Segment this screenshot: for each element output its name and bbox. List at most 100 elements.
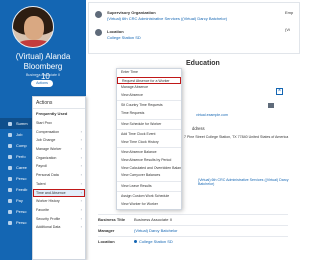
sidebar-item-label: Perso [16,176,27,181]
person-icon [8,220,12,225]
actions-button[interactable]: Actions [31,80,53,87]
profile-job-title: Business Associate II [26,73,60,77]
education-heading: Education [186,60,220,67]
manager-link[interactable]: (Virtual) Darcy Batchelor [134,228,178,233]
chevron-right-icon: › [80,198,82,204]
money-icon [8,143,12,148]
submenu-item-assign-work-schedule[interactable]: Assign Custom Work Schedule [117,193,181,201]
map-pin-icon [95,29,102,36]
menu-item-manage-worker[interactable]: Manage Worker › [33,145,85,154]
submenu-divider [117,118,181,120]
supervisory-org-link[interactable]: (Virtual) 6th CRC Administrative Service… [107,16,247,21]
close-icon[interactable]: × [276,88,283,95]
person-icon [8,176,12,181]
email-link[interactable]: virtual.example.com [196,113,228,117]
menu-item-favorite[interactable]: Favorite › [33,206,85,215]
menu-item-job-change[interactable]: Job Change › [33,136,85,145]
avatar-face [24,16,44,40]
business-title-row: Business Title Business Associate II [98,214,288,224]
avatar [12,6,54,48]
business-title-value: Business Associate II [134,217,172,222]
submenu-item-enter-time[interactable]: Enter Time [117,69,181,77]
submenu-item-request-absence[interactable]: Request Absence for a Worker [117,76,181,85]
submenu-item-country-time-requests[interactable]: Sit Country Time Requests [117,102,181,110]
submenu-item-view-carryover-balances[interactable]: View Carryover Balances [117,172,181,180]
summary-icon [8,121,12,126]
header-card: Supervisory Organization (Virtual) 6th C… [88,2,300,54]
location-row-label: Location [98,239,115,244]
submenu-item-view-worker[interactable]: View Worker for Worker [117,201,181,209]
chevron-right-icon: › [80,163,82,169]
menu-item-compensation[interactable]: Compensation › [33,128,85,137]
menu-item-label: Additional Data [36,225,61,230]
location-row: Location College Station SD [98,236,288,246]
submenu-item-time-requests[interactable]: Time Requests [117,110,181,118]
sidebar-item-label: Job [16,132,23,137]
business-title-label: Business Title [98,217,126,222]
pay-icon [8,198,12,203]
sidebar-item-label: Perso [16,209,27,214]
menu-item-label: Organization [36,155,57,160]
menu-item-payroll[interactable]: Payroll › [33,162,85,171]
menu-item-label: Worker History [36,199,60,204]
chevron-right-icon: › [80,137,82,143]
submenu-divider [117,129,181,131]
ladder-icon [8,165,12,170]
menu-item-time-and-absence[interactable]: Time and Absence › [33,188,85,198]
employee-type-fragment: (Vi [285,27,290,32]
submenu-item-view-absence[interactable]: View Absence [117,92,181,100]
actions-menu-header: Actions [33,97,85,109]
actions-menu: Actions Frequently Used Start Prox Compe… [32,96,86,260]
map-pin-icon [134,240,137,243]
share-icon[interactable] [268,103,274,108]
menu-item-security-profile[interactable]: Security Profile › [33,215,85,224]
profile-name-line1: (Virtual) Alanda Bloomberg [15,52,71,71]
sidebar-item-label: Comp [16,143,27,148]
menu-item-personal-data[interactable]: Personal Data › [33,171,85,180]
menu-item-label: Payroll [36,164,47,169]
menu-item-talent[interactable]: Talent › [33,180,85,189]
menu-item-label: Talent [36,181,46,186]
location-row-link[interactable]: College Station SD [134,239,173,244]
person-icon [8,209,12,214]
submenu-item-view-time-clock-history[interactable]: View Time Clock History [117,139,181,147]
chevron-right-icon: › [80,206,82,212]
chart-icon [8,154,12,159]
sidebar-item-label: Perfo [16,154,26,159]
submenu-item-add-time-clock-event[interactable]: Add Time Clock Event [117,131,181,139]
frequently-used-heading: Frequently Used [36,111,68,116]
submenu-divider [117,100,181,102]
submenu-item-view-schedule[interactable]: View Schedule for Worker [117,121,181,129]
submenu-divider [117,191,181,193]
organization-link[interactable]: (Virtual) 6th CRC Administrative Service… [198,178,300,186]
address-label-fragment: ddress [192,126,205,131]
location-link[interactable]: College Station SD [107,35,141,40]
menu-item-worker-history[interactable]: Worker History › [33,197,85,206]
employee-id-fragment: Emp [285,10,294,15]
submenu-item-view-absence-results[interactable]: View Absence Results by Period [117,157,181,165]
supervisory-org-label: Supervisory Organization [107,10,156,15]
sidebar-item-label: Perso [16,220,27,225]
submenu-item-view-absence-balance[interactable]: View Absence Balance [117,149,181,157]
sidebar-item-label: Feedb [16,187,28,192]
menu-item-label: Favorite [36,207,49,212]
sidebar-item-label: Summ [16,121,28,126]
chevron-right-icon: › [80,180,82,186]
chevron-right-icon: › [80,146,82,152]
submenu-item-view-leave-results[interactable]: View Leave Results [117,183,181,191]
manager-row: Manager (Virtual) Darcy Batchelor [98,225,288,235]
manager-label: Manager [98,228,115,233]
menu-item-additional-data[interactable]: Additional Data › [33,223,85,232]
submenu-item-manage-absence[interactable]: Manage Absence [117,84,181,92]
feedback-icon [8,187,12,192]
menu-item-start-prox[interactable]: Start Prox [33,119,85,128]
chevron-right-icon: › [80,215,82,221]
submenu-divider [117,147,181,149]
menu-item-label: Time and Absence [36,190,66,195]
submenu-item-view-calculated-balances[interactable]: View Calculated and Overridden Balances [117,165,181,173]
menu-item-label: Manage Worker [36,147,62,152]
chevron-right-icon: › [80,154,82,160]
menu-item-organization[interactable]: Organization › [33,154,85,163]
location-label: Location [107,29,124,34]
chevron-right-icon: › [80,128,82,134]
